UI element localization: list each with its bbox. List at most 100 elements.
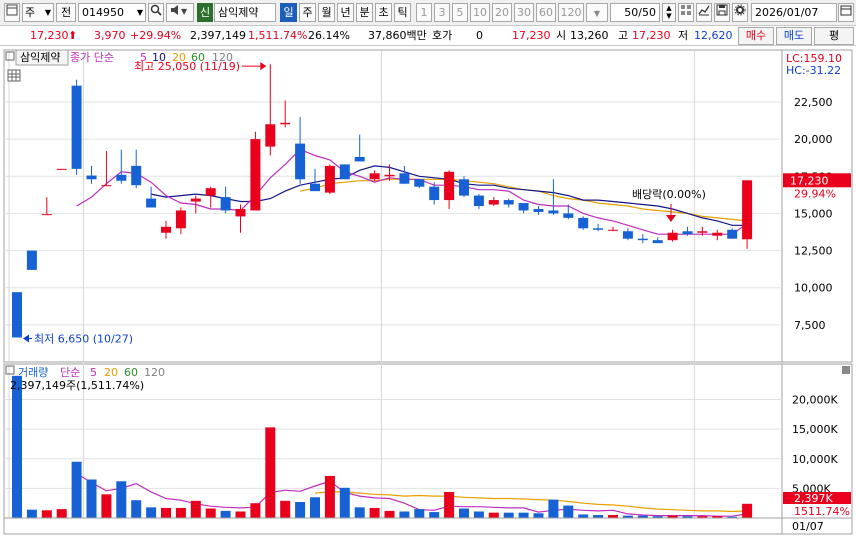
stock-name-field[interactable]: 삼익제약 xyxy=(214,3,276,22)
chart-title: 삼익제약 xyxy=(20,50,60,64)
prev-button[interactable]: 전 xyxy=(56,3,76,22)
tab-period-tick[interactable]: 틱 xyxy=(394,3,411,22)
price-tick-label: 12,500 xyxy=(794,245,833,258)
gear-icon[interactable] xyxy=(732,3,748,22)
interval-button[interactable]: 10 xyxy=(470,3,490,22)
window-menu-icon[interactable] xyxy=(4,3,20,22)
volume-bar xyxy=(71,461,82,518)
tab-period-second[interactable]: 초 xyxy=(375,3,392,22)
change-pct: +29.94% xyxy=(130,29,182,42)
eval-button[interactable]: 평 xyxy=(814,27,854,45)
grid-icon[interactable] xyxy=(678,3,694,22)
volume-bar xyxy=(518,512,529,518)
interval-dropdown[interactable]: ▼ xyxy=(586,3,608,22)
candle-body xyxy=(563,213,574,218)
candle-body xyxy=(518,203,529,211)
volume-bar xyxy=(384,510,395,518)
candle-body xyxy=(429,186,440,201)
interval-button[interactable]: 60 xyxy=(536,3,556,22)
market-select[interactable]: 주 ▼ xyxy=(22,3,54,22)
interval-button[interactable]: 120 xyxy=(558,3,584,22)
price-tick-label: 22,500 xyxy=(794,96,833,109)
chart-area: 22,50020,00017,50015,00012,50010,0007,50… xyxy=(3,49,853,535)
volume-bar xyxy=(86,479,97,518)
candle-body xyxy=(310,183,320,192)
tab-period-week[interactable]: 주 xyxy=(299,3,316,22)
count-input[interactable]: 50/50 xyxy=(610,3,660,22)
volume-bar xyxy=(339,487,350,518)
candle-body xyxy=(622,231,633,239)
candle-body xyxy=(503,200,514,205)
volume-bar xyxy=(56,509,67,518)
volume-bar xyxy=(473,511,484,518)
volume-bar xyxy=(488,512,499,518)
tab-period-day[interactable]: 일 xyxy=(280,3,297,22)
current-price-axis-label: 17,230 xyxy=(790,174,829,187)
candle-body xyxy=(116,174,127,181)
chevron-down-icon: ▼ xyxy=(136,8,143,17)
interval-button[interactable]: 30 xyxy=(514,3,534,22)
quote-bar: 17,230 ⬆ 3,970 +29.94% 2,397,149 1,511.7… xyxy=(0,26,856,46)
current-volume-pct-label: 1511.74% xyxy=(794,505,850,518)
interval-button[interactable]: 5 xyxy=(452,3,468,22)
panel-close-icon[interactable] xyxy=(842,366,850,374)
volume-bar xyxy=(190,500,201,518)
current-volume-axis-label: 2,397K xyxy=(794,492,833,505)
tab-period-minute[interactable]: 분 xyxy=(356,3,373,22)
stepper-button[interactable]: ▲ ▼ xyxy=(662,3,676,22)
candle-body xyxy=(175,210,186,229)
stepper-icon: ▲ ▼ xyxy=(666,4,672,20)
interval-button[interactable]: 20 xyxy=(492,3,512,22)
volume-detail-label: 2,397,149주(1,511.74%) xyxy=(10,379,144,392)
search-icon[interactable] xyxy=(148,3,164,22)
candle-body xyxy=(12,292,22,338)
sell-button[interactable]: 매도 xyxy=(776,27,812,45)
candle-body xyxy=(220,197,231,211)
up-arrow-icon: ⬆ xyxy=(68,29,78,42)
vlegend-ma60: 60 xyxy=(124,366,138,379)
table-icon[interactable] xyxy=(7,69,21,82)
candle-body xyxy=(101,185,112,187)
candle-body xyxy=(56,168,67,170)
candle-body xyxy=(742,180,753,240)
volume-bar xyxy=(533,513,544,518)
volume-value: 2,397,149 xyxy=(190,29,246,42)
new-badge: 신 xyxy=(197,3,213,22)
volume-bar xyxy=(131,500,142,518)
save-icon[interactable] xyxy=(714,3,730,22)
bid-value: 0 xyxy=(476,29,483,42)
code-input[interactable]: 014950 ▼ xyxy=(78,3,146,22)
volume-bar xyxy=(459,508,469,518)
tab-period-year[interactable]: 년 xyxy=(337,3,354,22)
speaker-icon[interactable]: ▼ xyxy=(166,3,194,22)
volume-tick-label: 10,000K xyxy=(792,453,838,466)
chart-tool-icon[interactable] xyxy=(696,3,712,22)
candle-body xyxy=(399,173,410,184)
volume-bar xyxy=(280,500,291,518)
volume-bar xyxy=(250,503,261,518)
volume-bar xyxy=(12,375,22,518)
candle-body xyxy=(265,124,276,147)
candle-body xyxy=(488,200,499,205)
candle-body xyxy=(727,229,738,239)
price-tick-label: 20,000 xyxy=(794,133,833,146)
trade-amount: 37,860백만 xyxy=(368,29,427,42)
volume-bar xyxy=(354,507,365,518)
volume-bar xyxy=(295,502,306,518)
toolbar: 주 ▼ 전 014950 ▼ ▼ 신 삼익제약 일 주 월 년 분 초 틱 1 3 … xyxy=(0,0,856,26)
candle-body xyxy=(548,210,559,214)
date-input[interactable]: 2026/01/07 xyxy=(751,3,837,22)
buy-button[interactable]: 매수 xyxy=(738,27,774,45)
interval-button[interactable]: 3 xyxy=(434,3,450,22)
candle-body xyxy=(235,208,246,217)
candle-body xyxy=(473,195,484,206)
candle-body xyxy=(131,165,142,186)
current-pct-axis-label: 29.94% xyxy=(794,187,836,200)
candle-body xyxy=(593,228,604,230)
interval-button[interactable]: 1 xyxy=(416,3,432,22)
calendar-icon[interactable] xyxy=(838,3,854,22)
candle-body xyxy=(280,122,291,125)
tab-period-month[interactable]: 월 xyxy=(318,3,335,22)
dividend-annotation: 배당락(0.00%) xyxy=(632,188,706,201)
candle-body xyxy=(71,85,82,169)
